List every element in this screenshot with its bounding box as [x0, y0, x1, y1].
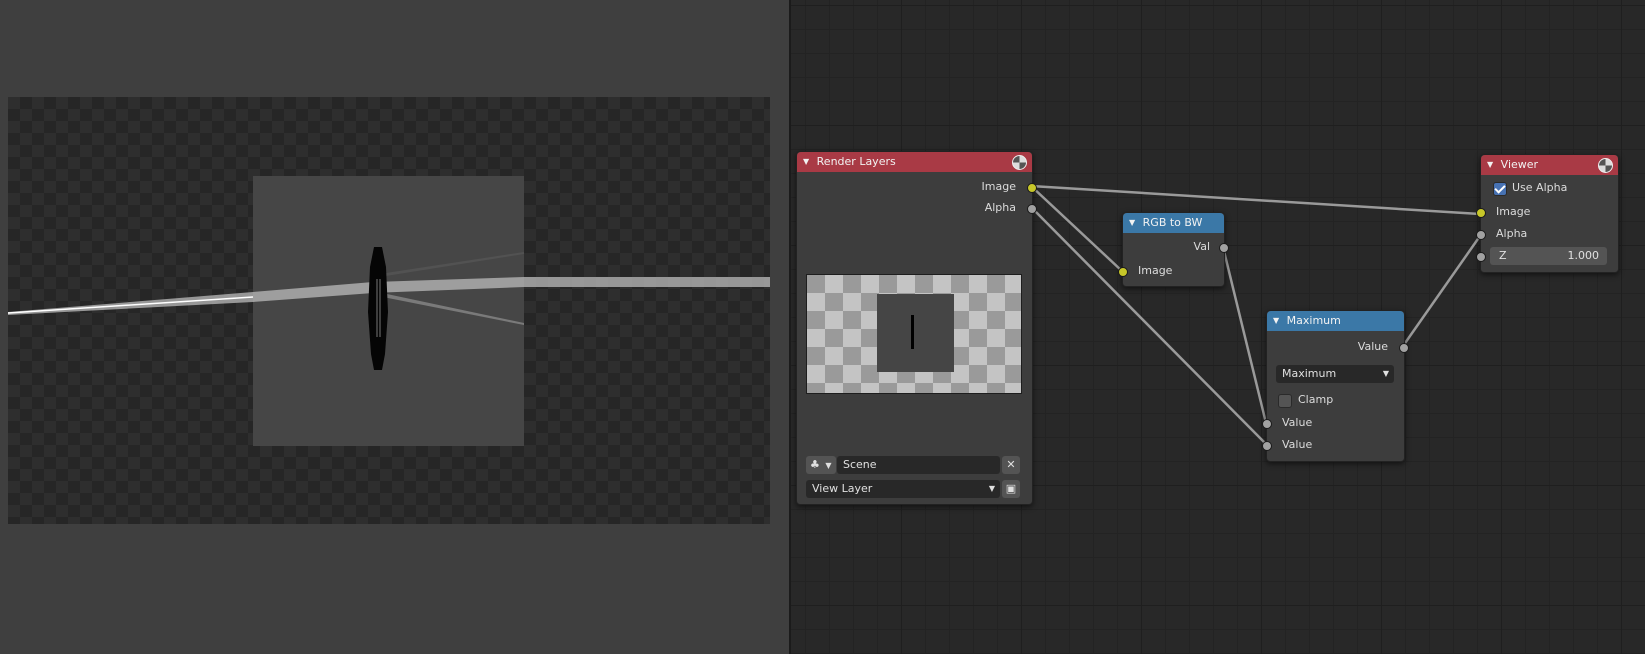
rgb-to-bw-title: RGB to BW — [1142, 216, 1203, 229]
operation-value: Maximum — [1282, 367, 1337, 380]
input-image-socket[interactable] — [1476, 208, 1486, 218]
input-value-1-socket[interactable] — [1262, 419, 1272, 429]
collapse-arrow-icon[interactable]: ▼ — [1487, 155, 1493, 175]
link-image-to-rgbbw — [1030, 185, 1123, 272]
output-val-socket[interactable] — [1219, 243, 1229, 253]
operation-select[interactable]: Maximum ▼ — [1276, 365, 1394, 383]
input-image-label: Image — [1138, 264, 1173, 277]
z-value: 1.000 — [1567, 249, 1600, 262]
image-viewer[interactable] — [0, 0, 789, 654]
render-layers-header[interactable]: ▼ Render Layers — [797, 152, 1032, 172]
rgb-to-bw-header[interactable]: ▼ RGB to BW — [1123, 213, 1224, 233]
clamp-checkbox[interactable] — [1278, 394, 1292, 408]
input-value-1-label: Value — [1282, 416, 1313, 429]
z-value-field[interactable]: Z 1.000 — [1490, 247, 1607, 265]
chevron-down-icon: ▼ — [988, 484, 995, 493]
output-alpha-label: Alpha — [984, 201, 1016, 214]
input-image-socket[interactable] — [1118, 267, 1128, 277]
input-value-2-socket[interactable] — [1262, 441, 1272, 451]
input-z-socket[interactable] — [1476, 252, 1486, 262]
close-icon[interactable]: ✕ — [1002, 456, 1020, 474]
viewer-node[interactable]: ▼ Viewer Use Alpha Image Alpha Z 1.000 — [1476, 154, 1619, 273]
output-image-label: Image — [981, 180, 1016, 193]
output-alpha-socket[interactable] — [1027, 204, 1037, 214]
preview-plane — [877, 294, 954, 372]
preview-object — [911, 315, 914, 349]
input-alpha-socket[interactable] — [1476, 230, 1486, 240]
render-layers-title: Render Layers — [816, 155, 896, 168]
viewer-title: Viewer — [1500, 158, 1539, 171]
rgb-to-bw-node[interactable]: ▼ RGB to BW Val Image — [1118, 212, 1229, 287]
collapse-arrow-icon[interactable]: ▼ — [1129, 213, 1135, 233]
scene-selector[interactable]: ♣ ▼ — [806, 456, 836, 474]
output-image-socket[interactable] — [1027, 183, 1037, 193]
use-alpha-label: Use Alpha — [1512, 181, 1568, 194]
link-image-to-viewer — [1030, 184, 1481, 216]
maximum-title: Maximum — [1286, 314, 1341, 327]
input-image-label: Image — [1496, 205, 1531, 218]
collapse-arrow-icon[interactable]: ▼ — [1273, 311, 1279, 331]
link-maximum-to-viewer-alpha — [1401, 235, 1482, 347]
scene-icon: ♣ — [810, 458, 820, 471]
chevron-down-icon: ▼ — [825, 461, 832, 470]
render-preview — [806, 274, 1022, 394]
compositor-node-editor[interactable]: ▼ Render Layers Image Alpha ♣ ▼ Scene ✕ … — [791, 0, 1645, 654]
collapse-arrow-icon[interactable]: ▼ — [803, 152, 809, 172]
scene-field[interactable]: Scene — [837, 456, 1000, 474]
light-beam-graphic — [8, 247, 770, 370]
output-value-socket[interactable] — [1399, 343, 1409, 353]
render-result-image — [8, 97, 770, 524]
maximum-header[interactable]: ▼ Maximum — [1267, 311, 1404, 331]
output-val-label: Val — [1193, 240, 1210, 253]
render-layers-node[interactable]: ▼ Render Layers Image Alpha ♣ ▼ Scene ✕ … — [796, 151, 1037, 505]
chevron-down-icon: ▼ — [1382, 369, 1389, 378]
view-layer-select[interactable]: View Layer ▼ — [806, 480, 1000, 498]
browse-icon[interactable]: ▣ — [1002, 480, 1020, 498]
view-layer-value: View Layer — [812, 482, 873, 495]
input-value-2-label: Value — [1282, 438, 1313, 451]
clamp-label: Clamp — [1298, 393, 1334, 406]
use-alpha-checkbox[interactable] — [1493, 182, 1507, 196]
z-label: Z — [1499, 249, 1507, 262]
output-value-label: Value — [1357, 340, 1388, 353]
input-alpha-label: Alpha — [1496, 227, 1528, 240]
render-icon[interactable] — [1012, 155, 1027, 170]
viewer-header[interactable]: ▼ Viewer — [1481, 155, 1618, 175]
render-icon[interactable] — [1598, 158, 1613, 173]
link-val-to-maximum — [1221, 246, 1268, 424]
maximum-node[interactable]: ▼ Maximum Value Maximum ▼ Clamp Value Va… — [1262, 310, 1409, 462]
